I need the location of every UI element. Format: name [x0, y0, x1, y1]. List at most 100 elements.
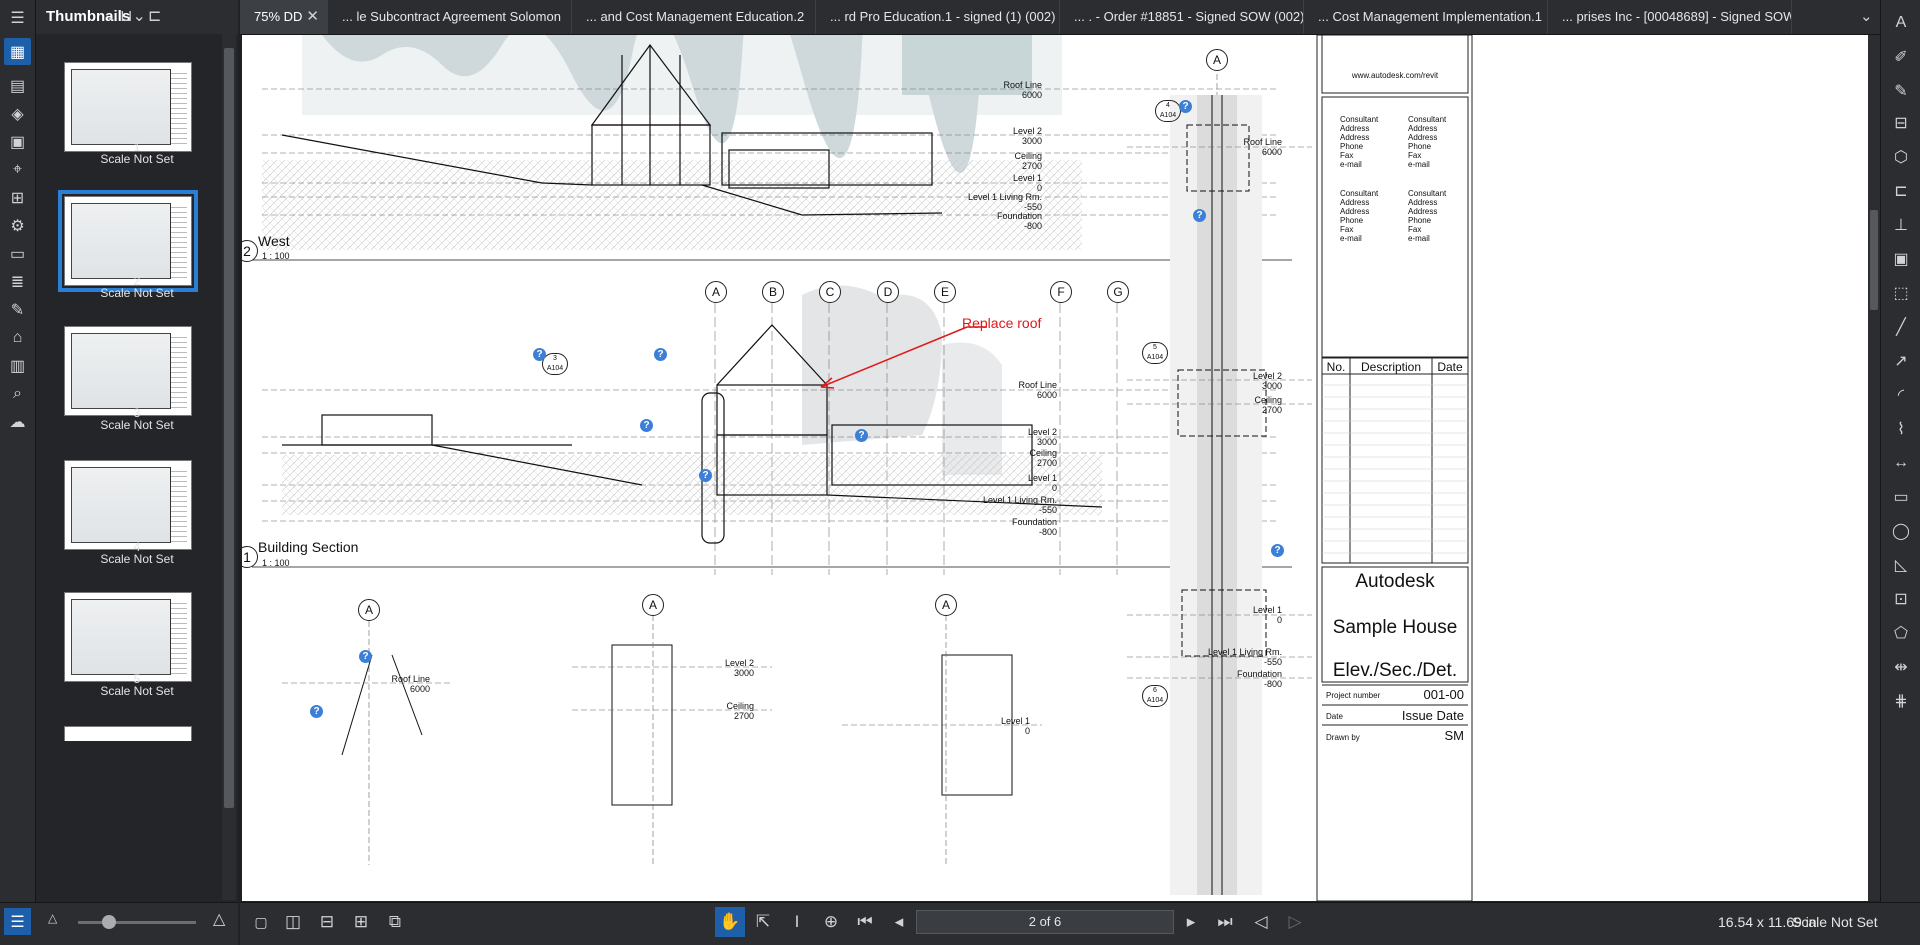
select-icon[interactable]: ⇱ [748, 907, 778, 937]
select-text-icon[interactable]: I [782, 907, 812, 937]
measure-area-icon[interactable]: ⊡ [1887, 586, 1915, 612]
next-page-icon[interactable]: ▸ [1176, 907, 1206, 937]
menu-icon[interactable]: ☰ [4, 4, 31, 31]
chevron-down-icon[interactable]: ⌄ [106, 10, 115, 23]
thumbnail-zoom-knob[interactable] [102, 915, 116, 929]
question-markup-icon[interactable]: ? [533, 348, 546, 361]
line-icon[interactable]: ╱ [1887, 314, 1915, 340]
measure-polygon-icon[interactable]: ⬠ [1887, 620, 1915, 646]
places-icon[interactable]: ⌖ [4, 156, 31, 183]
question-markup-icon[interactable]: ? [855, 429, 868, 442]
thumbnail-page-4[interactable] [64, 460, 192, 550]
zoom-icon[interactable]: ⊕ [816, 907, 846, 937]
shape-icon[interactable]: ⬡ [1887, 144, 1915, 170]
studio-icon[interactable]: ☁ [4, 408, 31, 435]
rectangle-icon[interactable]: ▭ [1887, 484, 1915, 510]
arc-icon[interactable]: ◜ [1887, 382, 1915, 408]
polygon-icon[interactable]: ◺ [1887, 552, 1915, 578]
compare-icon[interactable]: ⊞ [346, 907, 376, 937]
next-view-icon[interactable]: ▷ [1280, 907, 1310, 937]
pan-hand-icon[interactable]: ✋ [715, 907, 745, 937]
thumbnails-title[interactable]: Thumbnails [46, 8, 130, 25]
polyline-icon[interactable]: ⌇ [1887, 416, 1915, 442]
ellipse-icon[interactable]: ◯ [1887, 518, 1915, 544]
page-number-field[interactable]: 2 of 6 [916, 910, 1174, 934]
question-markup-icon[interactable]: ? [654, 348, 667, 361]
markups-list-icon[interactable]: ≣ [4, 268, 31, 295]
question-markup-icon[interactable]: ? [1271, 544, 1284, 557]
highlight-icon[interactable]: ✐ [1887, 44, 1915, 70]
dimension-icon[interactable]: ↔ [1887, 450, 1915, 476]
sign-stamp-icon[interactable]: ⊥ [1887, 212, 1915, 238]
tabs-overflow-chevron-icon[interactable]: ⌄ [1860, 7, 1873, 25]
signatures-icon[interactable]: ✎ [4, 296, 31, 323]
thumbnail-page-6[interactable] [64, 726, 192, 741]
level-name: Foundation [1011, 517, 1057, 527]
first-page-icon[interactable]: ⏮ [850, 907, 880, 937]
markup-text-replace-roof[interactable]: Replace roof [962, 315, 1041, 331]
tag-icon[interactable]: ⌂ [4, 324, 31, 351]
level-name: Foundation [1236, 669, 1282, 679]
document-scrollbar-thumb[interactable] [1870, 210, 1878, 310]
tab-75-dd[interactable]: 75% DD ✕ [240, 0, 328, 34]
question-markup-icon[interactable]: ? [310, 705, 323, 718]
stamp-icon[interactable]: ⊟ [1887, 110, 1915, 136]
measurements-icon[interactable]: ▭ [4, 240, 31, 267]
tab-document[interactable]: ... and Cost Management Education.2 [572, 0, 816, 34]
scale-status[interactable]: Scale Not Set [1792, 914, 1878, 930]
toolbox-icon[interactable]: ▣ [4, 128, 31, 155]
tab-document[interactable]: ... rd Pro Education.1 - signed (1) (002… [816, 0, 1060, 34]
zoom-in-large-icon[interactable]: △ [213, 909, 225, 929]
tab-document[interactable]: ... prises Inc - [00048689] - Signed SOW [1548, 0, 1792, 34]
previous-page-icon[interactable]: ◂ [884, 907, 914, 937]
tab-document[interactable]: ... le Subcontract Agreement Solomon [328, 0, 572, 34]
question-markup-icon[interactable]: ? [1179, 100, 1192, 113]
close-icon[interactable]: ✕ [306, 0, 319, 34]
thumbnails-scrollbar-thumb[interactable] [224, 48, 234, 808]
tab-document[interactable]: ... . - Order #18851 - Signed SOW (002) [1060, 0, 1304, 34]
arrow-icon[interactable]: ↗ [1887, 348, 1915, 374]
properties-icon[interactable]: ⚙ [4, 212, 31, 239]
level-label: Level 10 [1202, 605, 1282, 625]
list-view-icon[interactable]: ☰ [4, 908, 31, 935]
thumbnail-page-3[interactable] [64, 326, 192, 416]
search-icon[interactable]: ⌕ [4, 380, 31, 407]
document-canvas[interactable]: 2 West 1 : 100 1 Building Section 1 : 10… [242, 35, 1870, 901]
thumbnail-page-1[interactable] [64, 62, 192, 152]
split-horizontal-icon[interactable]: ⊟ [312, 907, 342, 937]
level-value: 3000 [1036, 437, 1057, 447]
consultant-line: Address [1408, 133, 1438, 142]
question-markup-icon[interactable]: ? [699, 469, 712, 482]
question-markup-icon[interactable]: ? [640, 419, 653, 432]
tab-document[interactable]: ... Cost Management Implementation.1 [1304, 0, 1548, 34]
count-icon[interactable]: ⋕ [1887, 688, 1915, 714]
text-box-icon[interactable]: A [1887, 10, 1915, 36]
thumbnail-page-5[interactable] [64, 592, 192, 682]
spaces-icon[interactable]: ⊞ [4, 184, 31, 211]
document-vertical-scrollbar[interactable] [1868, 35, 1880, 901]
thumbnail-page-2[interactable] [58, 190, 198, 292]
thumbnail-zoom-slider[interactable] [78, 921, 196, 924]
previous-view-icon[interactable]: ◁ [1246, 907, 1276, 937]
batch-icon[interactable]: ▥ [4, 352, 31, 379]
pen-icon[interactable]: ✎ [1887, 78, 1915, 104]
zoom-out-small-icon[interactable]: △ [48, 911, 57, 925]
measure-length-icon[interactable]: ⇹ [1887, 654, 1915, 680]
thumbnail-size-icon[interactable]: ⊔⌄ [120, 6, 146, 26]
level-value: 6000 [1261, 147, 1282, 157]
consultant-line: e-mail [1340, 160, 1362, 169]
thumbnails-icon[interactable]: ▦ [4, 38, 31, 65]
question-markup-icon[interactable]: ? [359, 650, 372, 663]
callout-icon[interactable]: ⊏ [1887, 178, 1915, 204]
drawing-linework [252, 35, 1473, 901]
thumbnail-options-icon[interactable]: ⊏ [148, 6, 161, 26]
layers-icon[interactable]: ◈ [4, 100, 31, 127]
image-icon[interactable]: ▣ [1887, 246, 1915, 272]
bookmarks-icon[interactable]: ▤ [4, 72, 31, 99]
sync-icon[interactable]: ⧉ [380, 907, 410, 937]
single-page-icon[interactable]: ▢ [246, 907, 276, 937]
last-page-icon[interactable]: ⏭ [1210, 907, 1240, 937]
snapshot-icon[interactable]: ⬚ [1887, 280, 1915, 306]
question-markup-icon[interactable]: ? [1193, 209, 1206, 222]
split-vertical-icon[interactable]: ◫ [278, 907, 308, 937]
